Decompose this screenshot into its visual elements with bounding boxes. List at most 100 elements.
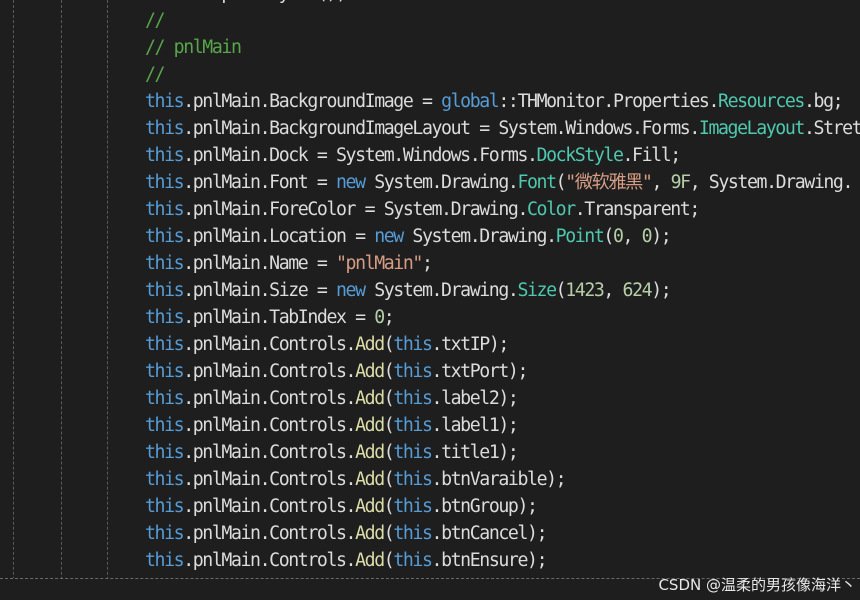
- code-token-default: .pnlMain.Controls.: [183, 523, 356, 544]
- csdn-watermark: CSDN @温柔的男孩像海洋丶: [658, 576, 856, 594]
- code-token-keyword: this: [145, 172, 185, 193]
- code-token-default: .btnEnsure);: [431, 550, 548, 571]
- code-line[interactable]: //: [145, 7, 860, 34]
- code-token-default: ,: [603, 280, 623, 301]
- code-token-method: Add: [355, 523, 385, 544]
- code-token-default: ;: [383, 307, 395, 328]
- code-line[interactable]: this.pnlMain.Controls.Add(this.btnCancel…: [145, 520, 860, 547]
- code-token-default: (: [555, 280, 567, 301]
- code-token-default: .title1);: [431, 442, 519, 463]
- code-token-default: .pnlMain.Controls.: [183, 550, 356, 571]
- code-token-default: .btnVaraible);: [431, 469, 567, 490]
- code-token-keyword: this: [393, 415, 433, 436]
- code-token-keyword: this: [145, 388, 185, 409]
- code-token-string: "pnlMain": [336, 253, 423, 274]
- code-token-default: System.Drawing.: [364, 280, 519, 301]
- code-token-default: ;: [421, 253, 433, 274]
- code-token-keyword: this: [393, 388, 433, 409]
- code-token-keyword: this: [145, 280, 185, 301]
- code-token-method: Add: [355, 334, 385, 355]
- code-token-default: .pnlMain.BackgroundImage =: [183, 91, 442, 112]
- code-token-default: .txtPort);: [431, 361, 529, 382]
- code-line[interactable]: this.pnlMain.Controls.Add(this.label2);: [145, 385, 860, 412]
- code-token-default: System.Drawing.: [402, 226, 557, 247]
- code-token-default: .pnlMain.Controls.: [183, 496, 356, 517]
- code-token-number: 624: [622, 280, 653, 301]
- code-token-default: .txtIP);: [431, 334, 510, 355]
- code-token-number: 0: [641, 226, 653, 247]
- code-line[interactable]: this.pnlMain.Location = new System.Drawi…: [145, 223, 860, 250]
- code-line[interactable]: this.pnlMain.Controls.Add(this.label1);: [145, 412, 860, 439]
- code-token-default: (: [383, 388, 395, 409]
- code-token-keyword: global: [441, 91, 500, 112]
- code-token-keyword: this: [145, 334, 185, 355]
- code-token-number: 9F: [670, 172, 692, 193]
- code-token-string: "微软雅黑": [565, 172, 653, 193]
- code-token-default: .pnlMain.Controls.: [183, 361, 356, 382]
- code-token-keyword: this: [145, 307, 185, 328]
- code-token-type: Color: [527, 199, 576, 220]
- code-token-keyword: this: [145, 442, 185, 463]
- code-line[interactable]: // pnlMain: [145, 34, 860, 61]
- code-token-default: (: [383, 469, 395, 490]
- code-token-default: .pnlMain.Controls.: [183, 334, 356, 355]
- code-line[interactable]: this.pnlMain.Controls.Add(this.txtIP);: [145, 331, 860, 358]
- code-token-default: .btnCancel);: [431, 523, 548, 544]
- code-token-default: .pnlMain.Name =: [183, 253, 336, 274]
- code-token-type: ImageLayout: [698, 118, 805, 139]
- code-line[interactable]: this.SuspendLayout();: [145, 0, 860, 7]
- code-token-comment: //: [145, 10, 166, 31]
- code-line[interactable]: this.pnlMain.Controls.Add(this.txtPort);: [145, 358, 860, 385]
- code-token-default: .bg;: [803, 91, 844, 112]
- code-token-method: Add: [355, 388, 385, 409]
- code-lines[interactable]: this.SuspendLayout(); // // pnlMain // this.…: [145, 0, 860, 574]
- code-line[interactable]: this.pnlMain.Controls.Add(this.btnEnsure…: [145, 547, 860, 574]
- code-token-default: (: [383, 496, 395, 517]
- code-token-default: (: [603, 226, 614, 247]
- code-token-default: , System.Drawing.: [689, 172, 854, 193]
- code-token-keyword: this: [393, 496, 433, 517]
- code-token-type: Size: [517, 280, 557, 301]
- code-token-keyword: this: [393, 442, 433, 463]
- code-token-keyword: this: [145, 253, 185, 274]
- code-token-default: .pnlMain.Controls.: [183, 469, 356, 490]
- code-token-keyword: this: [145, 361, 185, 382]
- code-line[interactable]: this.pnlMain.Size = new System.Drawing.S…: [145, 277, 860, 304]
- code-editor[interactable]: this.SuspendLayout(); // // pnlMain // this.…: [0, 0, 860, 600]
- code-token-keyword: this: [145, 523, 185, 544]
- code-line[interactable]: this.pnlMain.Name = "pnlMain";: [145, 250, 860, 277]
- code-line[interactable]: this.pnlMain.ForeColor = System.Drawing.…: [145, 196, 860, 223]
- indent-guide: [13, 0, 14, 600]
- code-token-method: Add: [355, 496, 385, 517]
- code-token-default: .pnlMain.TabIndex =: [183, 307, 375, 328]
- code-token-default: .Transparent;: [574, 199, 701, 220]
- code-line[interactable]: this.pnlMain.BackgroundImage = global::T…: [145, 88, 860, 115]
- code-token-default: );: [651, 280, 672, 301]
- code-token-keyword: this: [393, 361, 433, 382]
- code-line[interactable]: this.pnlMain.BackgroundImageLayout = Sys…: [145, 115, 860, 142]
- code-token-type: Point: [555, 226, 605, 247]
- code-token-type: Font: [517, 172, 557, 193]
- code-token-comment: // pnlMain: [145, 37, 242, 58]
- code-line[interactable]: this.pnlMain.Controls.Add(this.btnGroup)…: [145, 493, 860, 520]
- code-token-keyword: this: [145, 415, 185, 436]
- code-token-keyword: new: [336, 280, 366, 301]
- code-line[interactable]: //: [145, 61, 860, 88]
- code-token-number: 0: [374, 307, 385, 328]
- code-token-keyword: new: [374, 226, 404, 247]
- code-token-keyword: this: [145, 469, 185, 490]
- code-line[interactable]: this.pnlMain.Font = new System.Drawing.F…: [145, 169, 860, 196]
- code-token-default: .pnlMain.Controls.: [183, 442, 356, 463]
- code-token-default: );: [651, 226, 672, 247]
- code-line[interactable]: this.pnlMain.Controls.Add(this.btnVaraib…: [145, 466, 860, 493]
- code-line[interactable]: this.pnlMain.TabIndex = 0;: [145, 304, 860, 331]
- code-line[interactable]: this.pnlMain.Controls.Add(this.title1);: [145, 439, 860, 466]
- code-token-default: .pnlMain.ForeColor = System.Drawing.: [183, 199, 528, 220]
- code-token-default: .pnlMain.Controls.: [183, 415, 356, 436]
- code-token-comment: //: [145, 64, 166, 85]
- code-token-default: .pnlMain.Size =: [183, 280, 336, 301]
- code-line[interactable]: this.pnlMain.Dock = System.Windows.Forms…: [145, 142, 860, 169]
- code-token-keyword: this: [145, 0, 185, 4]
- code-token-default: .Stretch;: [803, 118, 860, 139]
- code-token-default: .pnlMain.Dock = System.Windows.Forms.: [183, 145, 538, 166]
